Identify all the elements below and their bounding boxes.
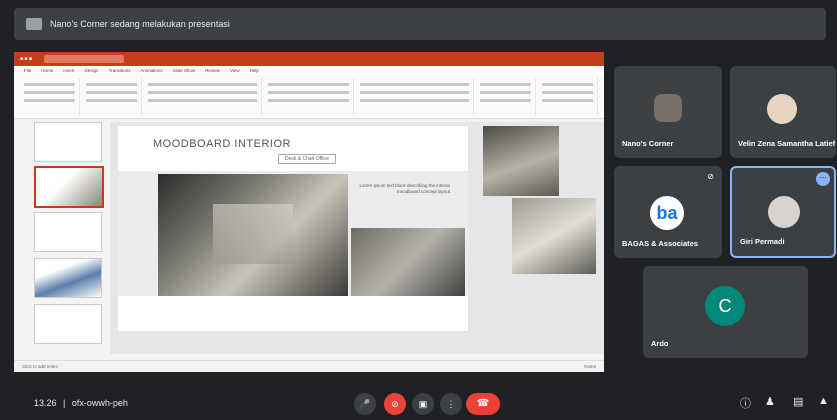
office-photo-desk (512, 198, 596, 274)
slide-canvas: MOODBOARD INTERIOR Desk & Chair Office L… (110, 122, 604, 354)
chat-icon[interactable]: ▤ (793, 395, 803, 408)
meeting-time: 13.26 (34, 398, 57, 408)
avatar (768, 196, 800, 228)
bagas-logo-icon: ba (650, 196, 684, 230)
ppt-tab: Help (249, 68, 259, 73)
ppt-tab: View (229, 68, 240, 73)
slide-thumbnail-selected (34, 166, 104, 208)
end-call-icon: ☎ (476, 398, 490, 409)
presentation-banner-text: Nano's Corner sedang melakukan presentas… (50, 19, 230, 29)
ppt-tab: Animations (140, 68, 163, 73)
participant-name: Velin Zena Samantha Latief (738, 139, 836, 148)
present-screen-icon (26, 18, 42, 30)
info-icon[interactable]: ⓘ (740, 395, 751, 411)
meeting-controls-bar: 13.26 | ofx-owwh-peh 🎤 ⊘ ▣ ⋮ ☎ ⓘ ♟ ▤ ▲ (0, 385, 837, 420)
people-icon[interactable]: ♟ (765, 395, 775, 408)
presentation-banner: Nano's Corner sedang melakukan presentas… (14, 8, 826, 40)
participant-tile[interactable]: C Ardo (643, 266, 808, 358)
activities-icon[interactable]: ▲ (818, 395, 829, 407)
more-options-button[interactable]: ⋮ (440, 393, 462, 415)
participant-name: Ardo (651, 339, 669, 348)
participant-tile-speaking[interactable]: ⋯ Giri Permadi (730, 166, 836, 258)
mic-off-icon: ⊘ (707, 172, 714, 181)
present-button[interactable]: ▣ (412, 393, 434, 415)
ppt-ribbon-tabs: File Home Insert Design Transitions Anim… (14, 66, 604, 75)
ppt-tab: Design (84, 68, 99, 73)
office-photo-main (158, 174, 348, 296)
slide-thumbnail (34, 258, 102, 298)
participant-tile[interactable]: Velin Zena Samantha Latief (730, 66, 836, 158)
ppt-tab: Home (41, 68, 54, 73)
ppt-title-bar: ■ ■ ■ (14, 52, 604, 66)
mic-icon: 🎤 (359, 399, 371, 409)
current-slide: MOODBOARD INTERIOR Desk & Chair Office L… (118, 126, 468, 331)
present-icon: ▣ (418, 399, 428, 409)
slide-thumbnails (18, 122, 106, 362)
leave-call-button[interactable]: ☎ (466, 393, 500, 415)
ppt-tab: Slide Show (172, 68, 196, 73)
slide-thumbnail (34, 122, 102, 162)
slide-thumbnail (34, 304, 102, 344)
slide-title: MOODBOARD INTERIOR (153, 138, 291, 150)
more-vert-icon: ⋮ (446, 399, 456, 409)
more-options-icon[interactable]: ⋯ (816, 172, 830, 186)
participant-name: Giri Permadi (740, 237, 785, 246)
ppt-tab: Insert (63, 68, 75, 73)
ppt-search-box (43, 55, 124, 63)
meeting-info: 13.26 | ofx-owwh-peh (34, 398, 128, 408)
camera-off-button[interactable]: ⊘ (384, 393, 406, 415)
camera-off-icon: ⊘ (391, 399, 399, 409)
participant-tile[interactable]: Nano's Corner (614, 66, 722, 158)
ppt-ribbon (14, 75, 604, 119)
office-photo-meeting (351, 228, 465, 296)
notes-label: Notes (584, 364, 596, 369)
ppt-tab: File (24, 68, 32, 73)
shared-screen: ■ ■ ■ File Home Insert Design Transition… (14, 52, 604, 372)
slide-body-text: Lorem ipsum text block describing the in… (359, 183, 450, 194)
slide-subtitle: Desk & Chair Office (278, 154, 336, 164)
notes-placeholder: Click to add notes (22, 364, 58, 369)
meeting-code: ofx-owwh-peh (71, 398, 128, 408)
avatar: C (705, 286, 745, 326)
office-photo-side (483, 126, 559, 196)
participant-name: Nano's Corner (622, 139, 674, 148)
ppt-tab: Transitions (108, 68, 131, 73)
participant-name: BAGAS & Associates (622, 239, 698, 248)
slide-thumbnail (34, 212, 102, 252)
ppt-tab: Review (205, 68, 220, 73)
avatar (767, 94, 797, 124)
ppt-status-bar: Click to add notes Notes (14, 360, 604, 372)
mic-button[interactable]: 🎤 (354, 393, 376, 415)
participant-tile[interactable]: ⊘ ba BAGAS & Associates (614, 166, 722, 258)
avatar (654, 94, 682, 122)
